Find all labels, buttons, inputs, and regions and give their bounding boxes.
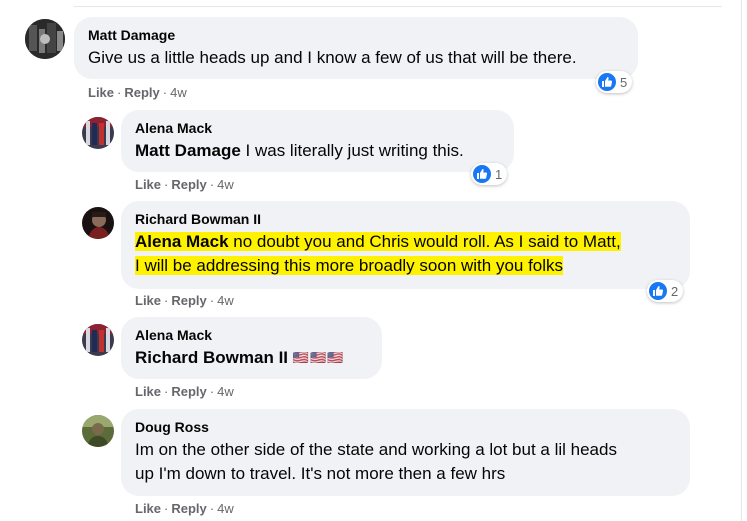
reply-button[interactable]: Reply (171, 384, 206, 399)
avatar-image (82, 117, 114, 149)
comment-bubble: Doug Ross Im on the other side of the st… (121, 409, 690, 496)
reaction-count: 1 (495, 166, 503, 182)
reaction-badge[interactable]: 2 (647, 280, 684, 302)
avatar[interactable] (82, 415, 114, 447)
timestamp[interactable]: 4w (217, 384, 234, 399)
comment-bubble: Matt Damage Give us a little heads up an… (74, 17, 638, 79)
avatar-image (82, 207, 114, 239)
comment-bubble: Alena Mack Richard Bowman II 🇺🇸🇺🇸🇺🇸 (121, 317, 382, 379)
separator: · (164, 384, 169, 399)
comment-author[interactable]: Richard Bowman II (135, 210, 678, 228)
reply-button[interactable]: Reply (124, 85, 159, 100)
separator: · (209, 384, 215, 399)
separator: · (209, 177, 215, 192)
mention-link[interactable]: Richard Bowman II (135, 348, 288, 367)
comment-author[interactable]: Doug Ross (135, 418, 678, 436)
avatar-image (82, 324, 114, 356)
reaction-badge[interactable]: 5 (596, 71, 633, 93)
timestamp[interactable]: 4w (217, 501, 234, 516)
separator: · (162, 85, 168, 100)
comment-actions: Like · Reply · 4w (88, 85, 187, 101)
comment-text: Im on the other side of the state and wo… (135, 438, 678, 486)
top-divider (74, 6, 722, 7)
avatar[interactable] (82, 324, 114, 356)
comment-text: Richard Bowman II 🇺🇸🇺🇸🇺🇸 (135, 346, 370, 370)
comment-bubble: Richard Bowman II Alena Mack no doubt yo… (121, 201, 690, 289)
right-divider (741, 0, 742, 521)
mention-link[interactable]: Alena Mack (135, 232, 229, 251)
comment-body: I was literally just writing this. (240, 141, 464, 160)
comment-text: Alena Mack no doubt you and Chris would … (135, 230, 678, 278)
comment-actions: Like · Reply · 4w (135, 384, 234, 400)
comment-author[interactable]: Alena Mack (135, 326, 370, 344)
comment-bubble: Alena Mack Matt Damage I was literally j… (121, 110, 514, 172)
like-button[interactable]: Like (135, 293, 161, 308)
reaction-count: 5 (620, 74, 628, 90)
comment-body-line1: Im on the other side of the state and wo… (135, 440, 617, 459)
avatar-image (25, 19, 65, 59)
reply-button[interactable]: Reply (171, 293, 206, 308)
separator: · (164, 293, 169, 308)
comment-author[interactable]: Matt Damage (88, 26, 626, 44)
reaction-badge[interactable]: 1 (471, 163, 508, 185)
comment-text: Matt Damage I was literally just writing… (135, 139, 502, 163)
comment-author[interactable]: Alena Mack (135, 119, 502, 137)
us-flag-emojis: 🇺🇸🇺🇸🇺🇸 (292, 350, 345, 365)
thumbs-up-icon (598, 73, 616, 91)
separator: · (209, 501, 215, 516)
avatar[interactable] (82, 117, 114, 149)
like-button[interactable]: Like (88, 85, 114, 100)
timestamp[interactable]: 4w (170, 85, 187, 100)
comment-body-line2: up I'm down to travel. It's not more the… (135, 464, 506, 483)
avatar[interactable] (82, 207, 114, 239)
timestamp[interactable]: 4w (217, 177, 234, 192)
like-button[interactable]: Like (135, 501, 161, 516)
comment-actions: Like · Reply · 4w (135, 501, 234, 517)
comment-actions: Like · Reply · 4w (135, 177, 234, 193)
timestamp[interactable]: 4w (217, 293, 234, 308)
like-button[interactable]: Like (135, 177, 161, 192)
reaction-count: 2 (671, 283, 679, 299)
avatar[interactable] (25, 19, 65, 59)
mention-link[interactable]: Matt Damage (135, 141, 241, 160)
separator: · (209, 293, 215, 308)
comment-body-line1: no doubt you and Chris would roll. As I … (228, 232, 621, 251)
avatar-image (82, 415, 114, 447)
reply-button[interactable]: Reply (171, 177, 206, 192)
like-button[interactable]: Like (135, 384, 161, 399)
comment-text: Give us a little heads up and I know a f… (88, 48, 577, 67)
thumbs-up-icon (649, 282, 667, 300)
reply-button[interactable]: Reply (171, 501, 206, 516)
comment-actions: Like · Reply · 4w (135, 293, 234, 309)
separator: · (164, 177, 169, 192)
separator: · (117, 85, 122, 100)
thumbs-up-icon (473, 165, 491, 183)
separator: · (164, 501, 169, 516)
comment-body-line2: I will be addressing this more broadly s… (135, 256, 564, 275)
